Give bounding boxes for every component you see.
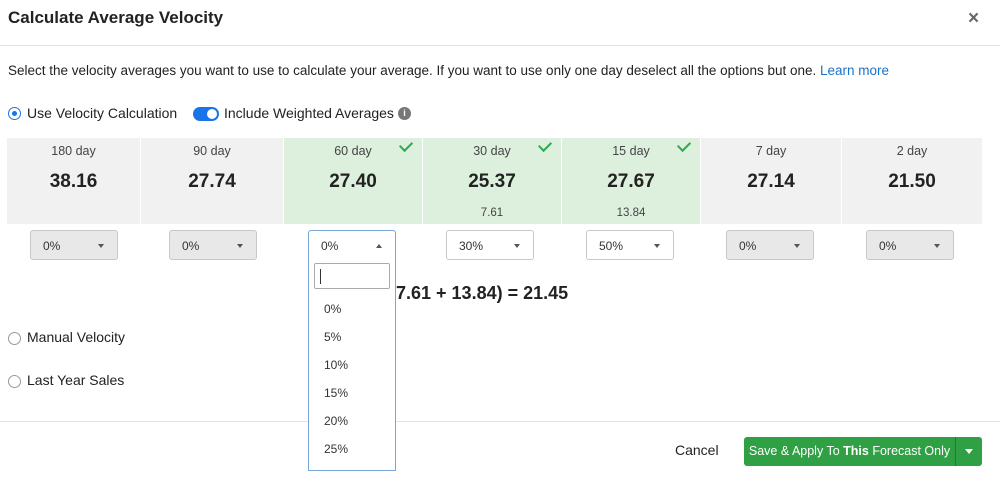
- footer-divider: [396, 421, 1000, 422]
- use-velocity-label[interactable]: Use Velocity Calculation: [27, 105, 177, 121]
- save-label-suffix: Forecast Only: [868, 444, 951, 458]
- weight-select-90-day[interactable]: 0%: [169, 230, 257, 260]
- manual-velocity-label[interactable]: Manual Velocity: [27, 329, 125, 345]
- description-text: Select the velocity averages you want to…: [8, 63, 817, 78]
- select-value: 30%: [459, 239, 484, 253]
- dropdown-option[interactable]: 15%: [324, 386, 348, 400]
- chevron-down-icon: [654, 244, 660, 248]
- chevron-down-icon: [934, 244, 940, 248]
- chevron-down-icon: [794, 244, 800, 248]
- weight-dropdown-menu: 0% 5% 10% 15% 20% 25%: [308, 260, 396, 471]
- last-year-sales-label[interactable]: Last Year Sales: [27, 372, 124, 388]
- select-value: 0%: [321, 239, 339, 253]
- chevron-down-icon: [514, 244, 520, 248]
- select-value: 0%: [43, 239, 61, 253]
- column-name: 7 day: [755, 144, 787, 158]
- weight-select-180-day[interactable]: 0%: [30, 230, 118, 260]
- chevron-up-icon: [376, 244, 382, 248]
- save-label-bold: This: [843, 444, 869, 458]
- column-30-day[interactable]: 30 day 25.37 7.61: [423, 137, 561, 224]
- select-value: 0%: [879, 239, 897, 253]
- dropdown-option[interactable]: 5%: [324, 330, 341, 344]
- dialog-title: Calculate Average Velocity: [8, 8, 224, 27]
- column-name: 180 day: [51, 144, 96, 158]
- velocity-columns: 180 day 38.16 90 day 27.74 60 day 27.40 …: [7, 137, 982, 224]
- close-icon[interactable]: ×: [968, 9, 979, 29]
- save-label-prefix: Save & Apply To: [748, 444, 844, 458]
- last-year-sales-radio[interactable]: [8, 375, 21, 388]
- average-formula: 7.61 + 13.84) = 21.45: [396, 283, 569, 303]
- column-weighted-value: 7.61: [480, 207, 504, 219]
- column-180-day[interactable]: 180 day 38.16: [7, 138, 140, 224]
- dropdown-option[interactable]: 10%: [324, 358, 348, 372]
- column-90-day[interactable]: 90 day 27.74: [141, 138, 283, 224]
- select-value: 0%: [739, 239, 757, 253]
- learn-more-link[interactable]: Learn more: [820, 63, 889, 78]
- column-value: 27.74: [188, 171, 236, 192]
- column-value: 27.14: [747, 171, 795, 192]
- footer-divider: [0, 421, 308, 422]
- include-weighted-label: Include Weighted Averages: [224, 105, 394, 121]
- column-2-day[interactable]: 2 day 21.50: [842, 138, 982, 224]
- select-value: 0%: [182, 239, 200, 253]
- dropdown-option[interactable]: 0%: [324, 302, 341, 316]
- weight-select-2-day[interactable]: 0%: [866, 230, 954, 260]
- weight-select-7-day[interactable]: 0%: [726, 230, 814, 260]
- weight-select-60-day[interactable]: 0%: [308, 230, 396, 261]
- column-weighted-value: 13.84: [616, 207, 646, 219]
- text-cursor: [320, 269, 321, 284]
- include-weighted-toggle[interactable]: [193, 107, 219, 121]
- column-value: 27.67: [607, 171, 655, 192]
- column-value: 27.40: [329, 171, 377, 192]
- column-value: 25.37: [468, 171, 516, 192]
- column-60-day[interactable]: 60 day 27.40: [284, 137, 422, 224]
- dialog-header: Calculate Average Velocity ×: [0, 0, 1000, 46]
- dropdown-option[interactable]: 20%: [324, 414, 348, 428]
- column-name: 2 day: [896, 144, 928, 158]
- column-value: 38.16: [49, 171, 98, 192]
- select-value: 50%: [599, 239, 624, 253]
- weight-select-15-day[interactable]: 50%: [586, 230, 674, 260]
- column-7-day[interactable]: 7 day 27.14: [701, 138, 841, 224]
- dropdown-search-input[interactable]: [314, 263, 390, 289]
- column-15-day[interactable]: 15 day 27.67 13.84: [562, 137, 700, 224]
- column-value: 21.50: [888, 171, 936, 192]
- manual-velocity-radio[interactable]: [8, 332, 21, 345]
- info-icon[interactable]: i: [398, 107, 411, 120]
- save-options-dropdown-button[interactable]: [955, 437, 982, 466]
- dropdown-option[interactable]: 25%: [324, 442, 348, 456]
- description: Select the velocity averages you want to…: [8, 63, 889, 78]
- use-velocity-radio[interactable]: [8, 107, 21, 120]
- weight-select-30-day[interactable]: 30%: [446, 230, 534, 260]
- column-name: 90 day: [193, 144, 231, 158]
- chevron-down-icon: [98, 244, 104, 248]
- chevron-down-icon: [237, 244, 243, 248]
- cancel-button[interactable]: Cancel: [675, 442, 719, 458]
- save-apply-button[interactable]: Save & Apply To This Forecast Only: [744, 437, 955, 466]
